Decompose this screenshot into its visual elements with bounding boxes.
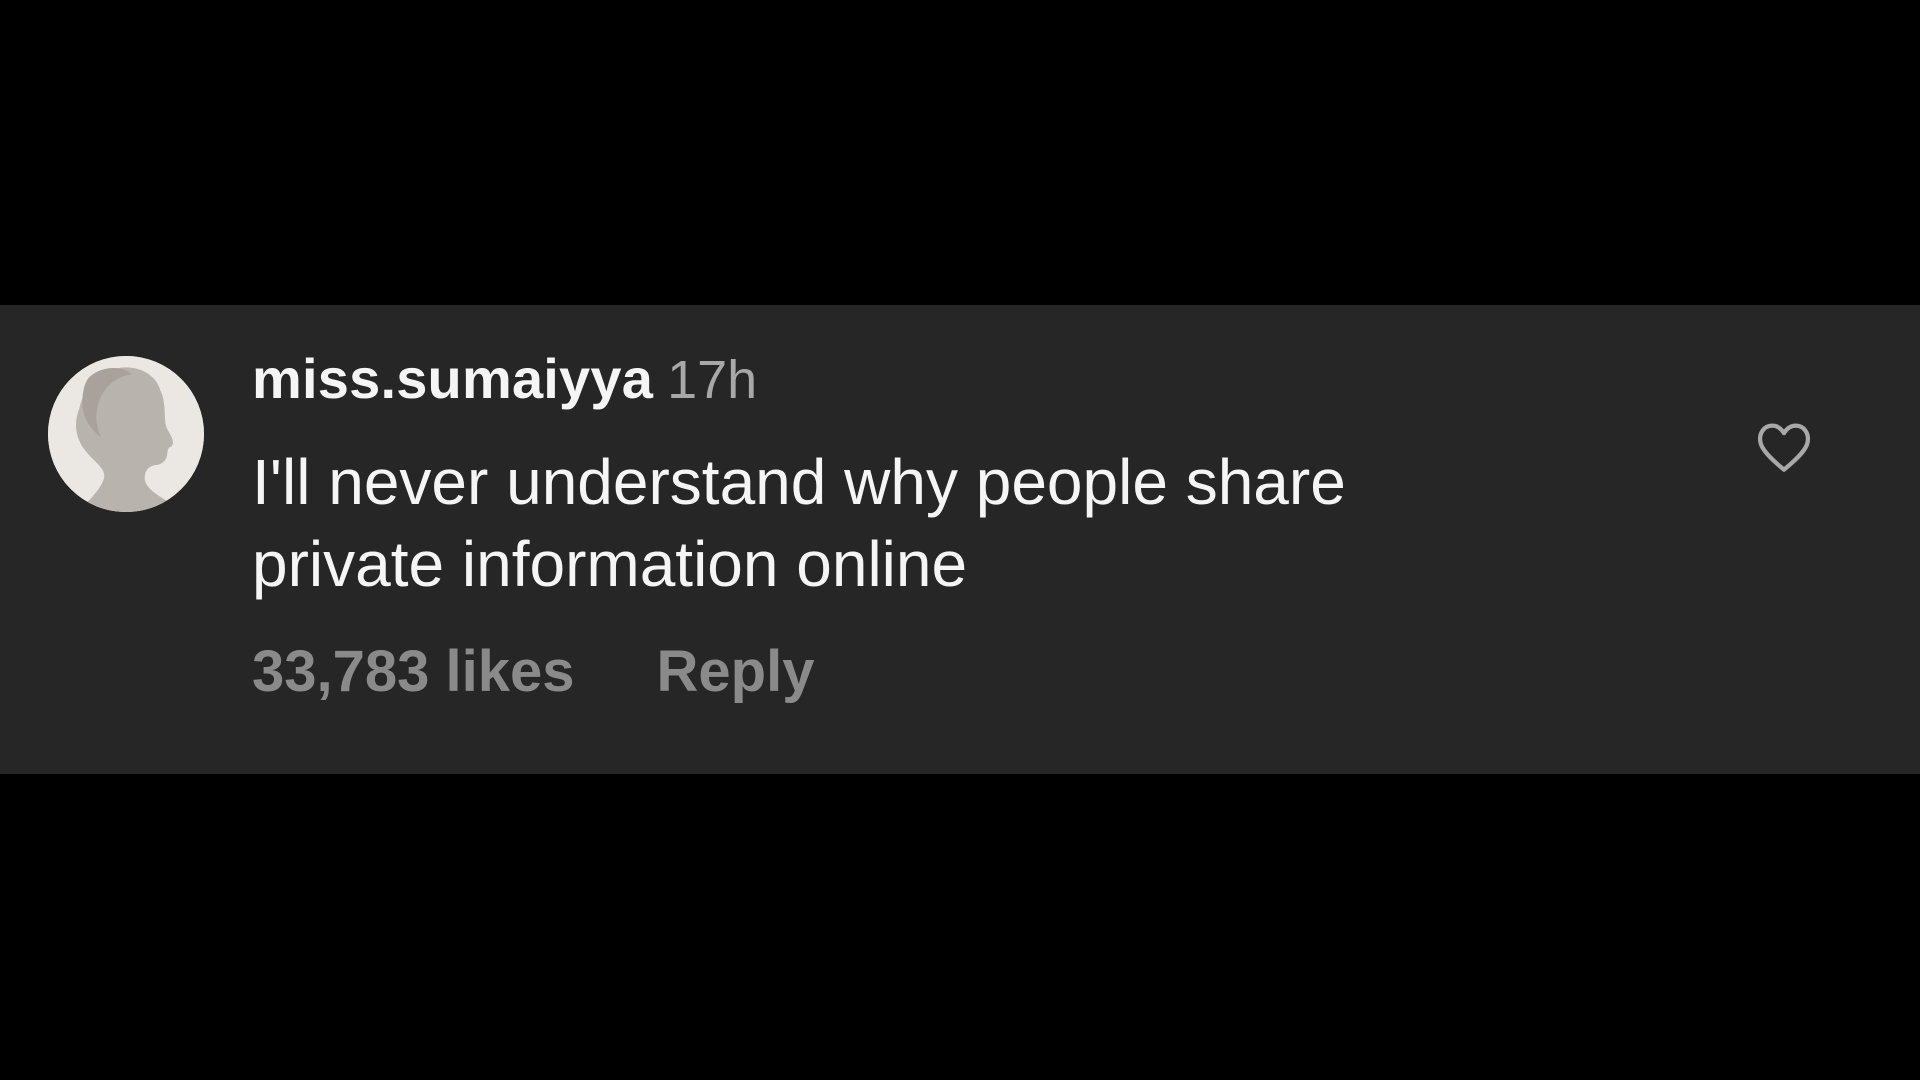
avatar[interactable] xyxy=(48,356,204,512)
screenshot-frame: miss.sumaiyya 17h I'll never understand w… xyxy=(0,0,1920,1080)
comment-text-line-2: private information online xyxy=(252,528,968,600)
comment-header: miss.sumaiyya 17h xyxy=(252,350,758,410)
timestamp: 17h xyxy=(667,350,758,410)
comment-card: miss.sumaiyya 17h I'll never understand w… xyxy=(0,305,1920,774)
heart-outline-icon xyxy=(1757,423,1811,472)
likes-count-button[interactable]: 33,783 likes xyxy=(252,639,575,704)
username-link[interactable]: miss.sumaiyya xyxy=(252,347,653,410)
reply-button[interactable]: Reply xyxy=(657,639,815,704)
comment-actions: 33,783 likes Reply xyxy=(252,643,814,701)
comment-body: I'll never understand why people share p… xyxy=(252,441,1512,605)
comment-text-line-1: I'll never understand why people share xyxy=(252,446,1346,518)
like-button[interactable] xyxy=(1752,415,1816,479)
woman-silhouette-avatar-icon xyxy=(48,356,204,512)
